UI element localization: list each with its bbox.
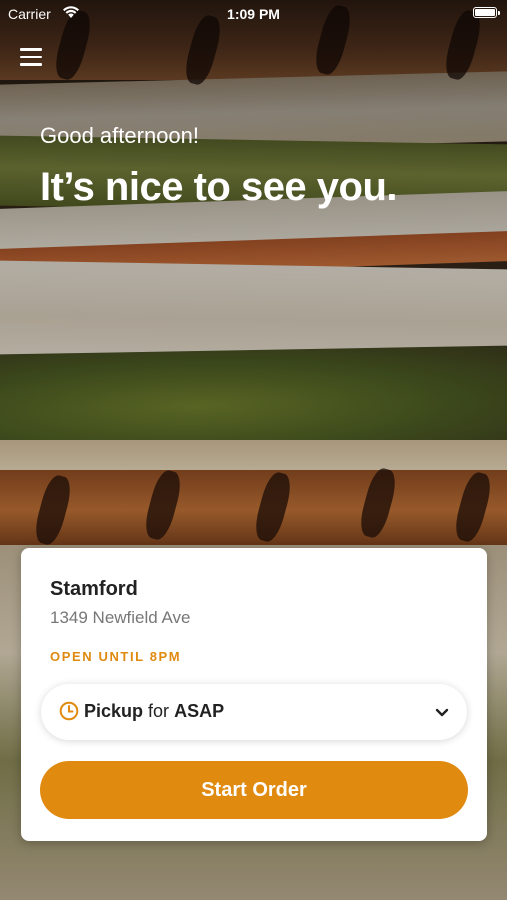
- status-bar: Carrier 1:09 PM: [0, 0, 507, 28]
- greeting-text: Good afternoon!: [40, 123, 200, 148]
- clock-icon: [59, 701, 79, 726]
- order-mode: Pickup: [84, 701, 144, 721]
- location-name: Stamford: [50, 578, 138, 600]
- store-card: Stamford 1349 Newfield Ave OPEN UNTIL 8P…: [21, 548, 487, 841]
- order-type-label: Pickup for ASAP: [84, 701, 224, 722]
- start-order-button[interactable]: Start Order: [40, 761, 468, 819]
- location-address: 1349 Newfield Ave: [50, 608, 191, 627]
- welcome-headline: It’s nice to see you.: [40, 165, 398, 209]
- order-time: ASAP: [174, 701, 225, 721]
- order-type-selector[interactable]: Pickup for ASAP: [41, 684, 467, 740]
- chevron-down-icon: [435, 705, 449, 723]
- hamburger-menu-icon[interactable]: [20, 48, 42, 66]
- home-screen: Carrier 1:09 PM Good afternoon! It’s nic…: [0, 0, 507, 900]
- hours-status: OPEN UNTIL 8PM: [50, 649, 182, 664]
- battery-icon: [473, 7, 500, 18]
- order-connector: for: [148, 701, 170, 721]
- battery-level-fill: [475, 9, 495, 16]
- status-time: 1:09 PM: [227, 6, 280, 22]
